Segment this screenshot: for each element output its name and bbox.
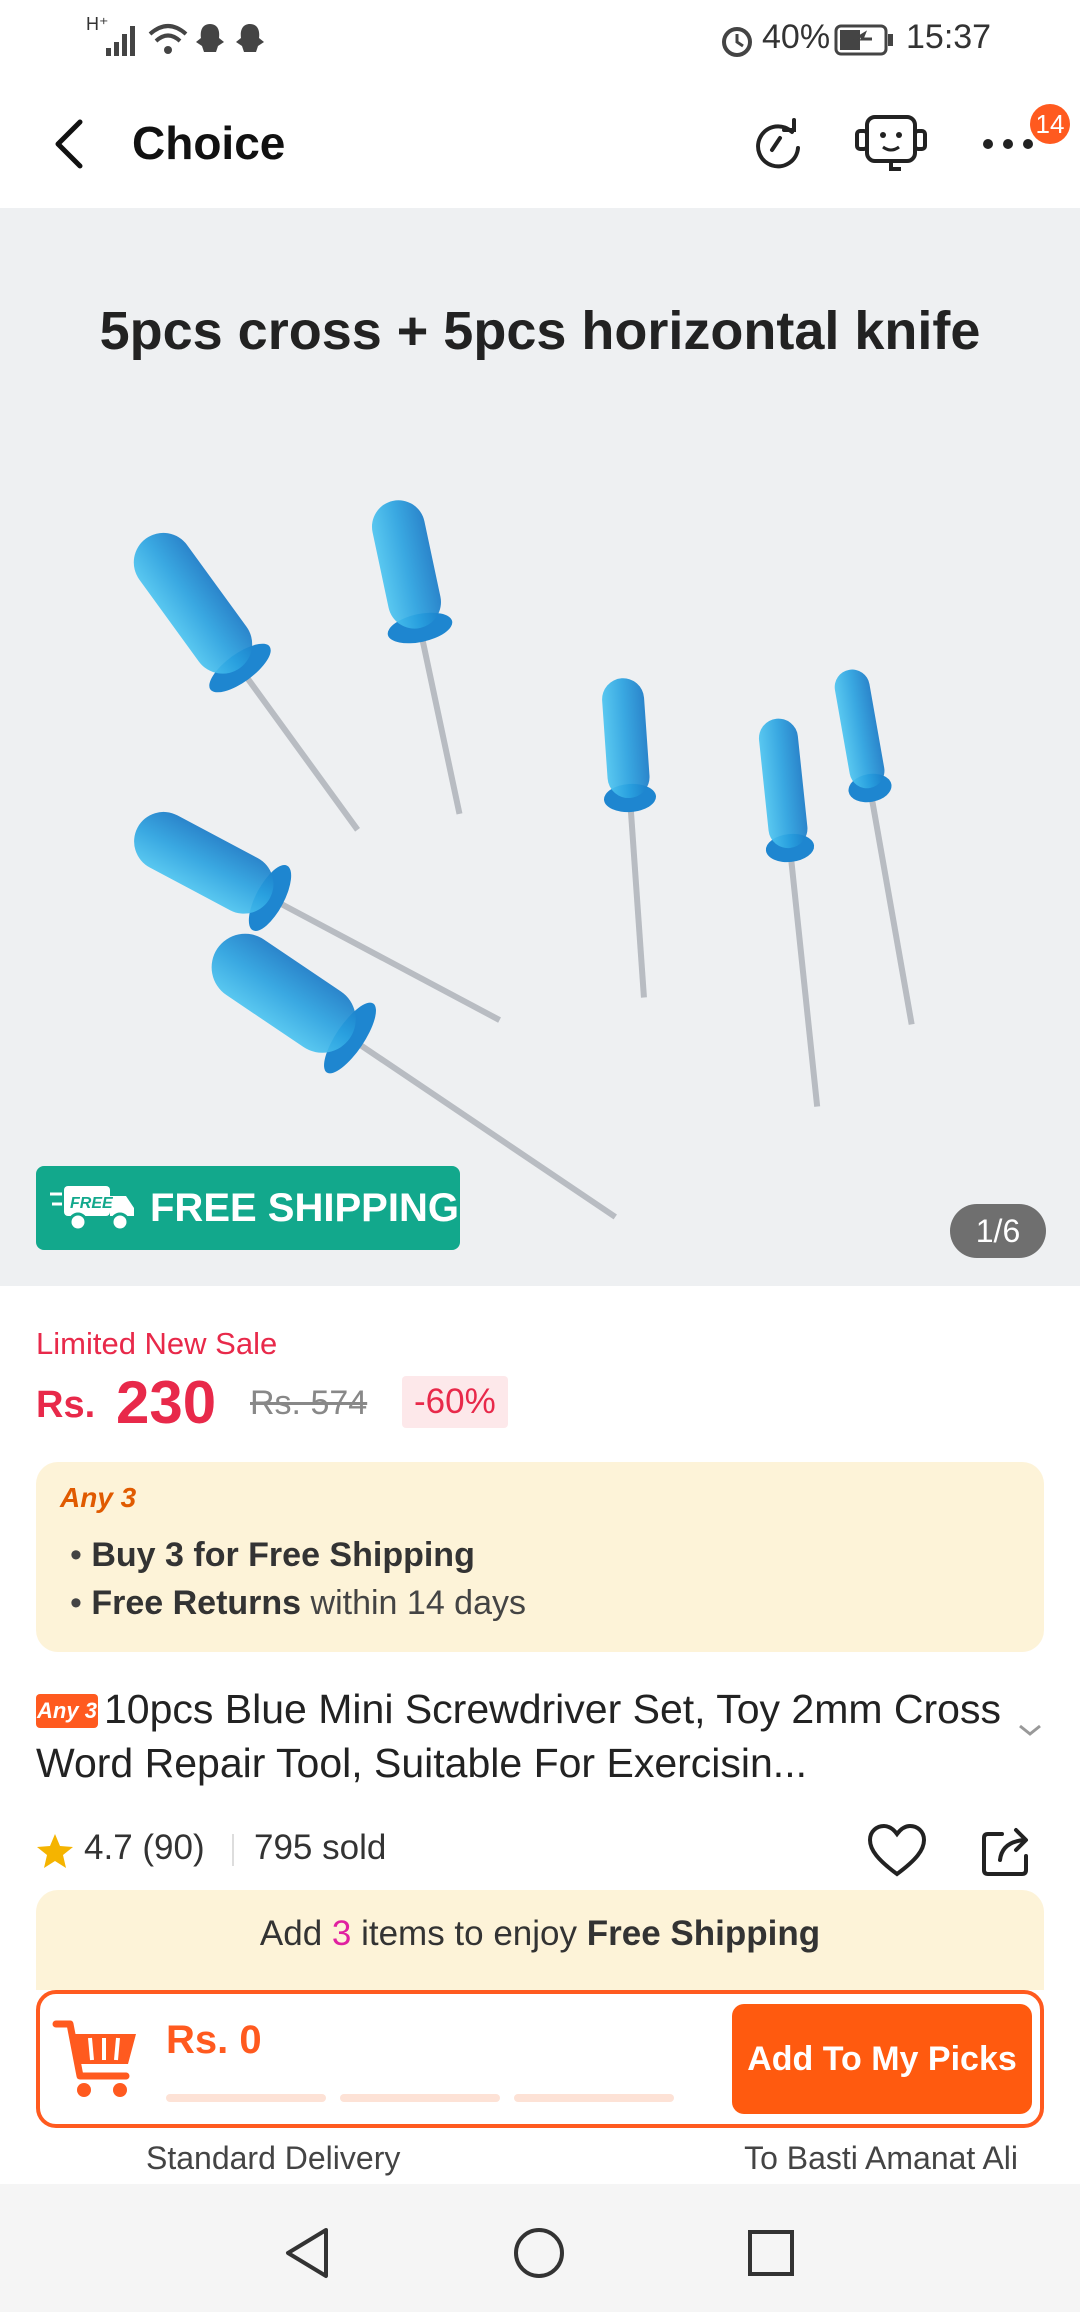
nav-back-icon[interactable] <box>282 2226 332 2280</box>
page-title: Choice <box>132 117 286 169</box>
progress-segment <box>166 2094 326 2102</box>
cart-total: Rs. 0 <box>166 2018 262 2062</box>
free-shipping-banner-text: Add 3 items to enjoy Free Shipping <box>259 1914 821 1953</box>
clock: 15:37 <box>906 18 992 56</box>
nav-recents-icon[interactable] <box>746 2228 796 2278</box>
screwdriver-4 <box>758 718 821 1107</box>
free-shipping-banner: Add 3 items to enjoy Free Shipping <box>36 1890 1044 1990</box>
notification-badge: 14 <box>1030 104 1070 144</box>
chevron-down-icon[interactable] <box>1016 1720 1044 1740</box>
screwdriver-3 <box>602 678 656 998</box>
divider <box>232 1834 234 1866</box>
promo-line-returns: • Free Returns within 14 days <box>70 1584 526 1622</box>
rating-row: 4.7 (90) 795 sold <box>36 1820 1046 1880</box>
screwdriver-2 <box>371 500 463 815</box>
svg-text:FREE: FREE <box>70 1195 114 1212</box>
customer-service-button[interactable] <box>852 108 934 180</box>
wifi-icon <box>148 24 188 54</box>
original-price: Rs. 574 <box>250 1384 368 1422</box>
snapchat-icon-2 <box>236 24 264 52</box>
nav-home-icon[interactable] <box>512 2226 566 2280</box>
current-price: 230 <box>116 1369 217 1436</box>
image-counter: 1/6 <box>950 1204 1046 1258</box>
status-bar: H⁺ 40% 15:37 <box>0 0 1080 80</box>
share-icon[interactable] <box>980 1824 1034 1878</box>
refresh-history-icon <box>756 118 800 169</box>
promo-box[interactable]: Any 3 • Buy 3 for Free Shipping • Free R… <box>36 1462 1044 1652</box>
rating-score: 4.7 (90) <box>84 1828 205 1867</box>
free-shipping-label: FREE SHIPPING <box>150 1185 459 1230</box>
screwdriver-illustration <box>133 500 915 1220</box>
progress-segment <box>514 2094 674 2102</box>
support-robot-icon <box>855 115 927 171</box>
sale-label: Limited New Sale <box>36 1326 278 1361</box>
delivery-row: Standard Delivery To Basti Amanat Ali <box>0 2132 1080 2184</box>
screwdriver-1 <box>133 532 360 832</box>
star-icon <box>37 1834 73 1868</box>
battery-percent: 40% <box>762 18 831 56</box>
sold-count: 795 sold <box>254 1828 387 1867</box>
history-button[interactable] <box>742 108 814 180</box>
truck-icon: FREE <box>50 1186 134 1232</box>
screwdriver-5 <box>834 669 915 1025</box>
promo-line-shipping: • Buy 3 for Free Shipping <box>70 1536 475 1574</box>
add-to-my-picks-button[interactable]: Add To My Picks <box>732 2004 1032 2114</box>
delivery-destination: To Basti Amanat Ali <box>744 2140 1018 2176</box>
signal-icon <box>106 26 135 56</box>
snapchat-icon <box>196 24 224 52</box>
system-nav-bar <box>0 2184 1080 2312</box>
cart-icon[interactable] <box>52 2014 142 2104</box>
price-currency: Rs. <box>36 1384 96 1426</box>
discount-badge: -60% <box>402 1376 508 1428</box>
alarm-icon <box>722 27 752 57</box>
promo-title: Any 3 <box>60 1482 137 1513</box>
product-image[interactable]: 5pcs cross + 5pcs horizontal knife FREE … <box>0 208 1080 1286</box>
cart-panel: Rs. 0 Add To My Picks <box>36 1990 1044 2128</box>
free-shipping-badge: FREE FREE SHIPPING <box>36 1166 460 1250</box>
battery-icon <box>834 24 893 56</box>
back-arrow-icon[interactable] <box>44 116 100 172</box>
progress-segment <box>340 2094 500 2102</box>
any3-tag: Any 3 <box>36 1694 98 1728</box>
more-dots-icon <box>983 139 1033 149</box>
app-header: Choice 14 <box>0 80 1080 208</box>
delivery-method: Standard Delivery <box>146 2140 401 2176</box>
product-title[interactable]: 10pcs Blue Mini Screwdriver Set, Toy 2mm… <box>36 1682 1006 1790</box>
heart-icon[interactable] <box>866 1822 928 1878</box>
